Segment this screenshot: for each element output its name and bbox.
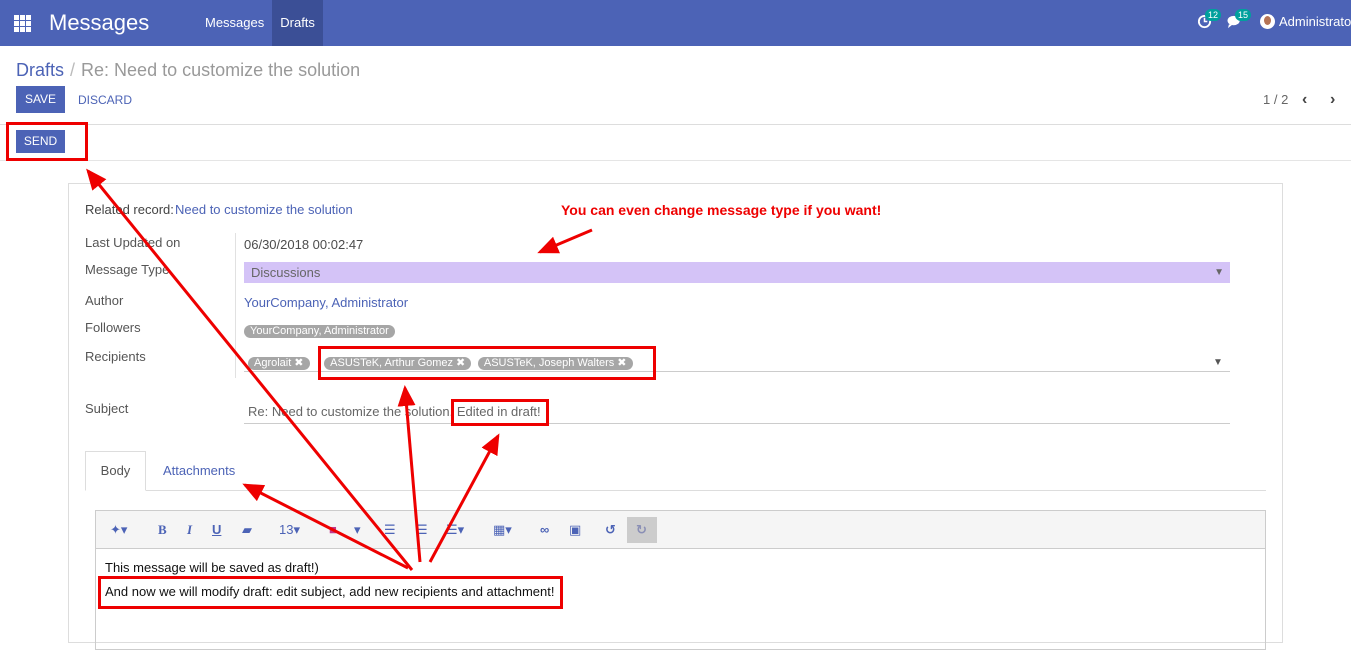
follower-tag: YourCompany, Administrator [244,325,395,338]
eraser-icon[interactable]: ▰ [242,522,252,538]
last-updated-value: 06/30/2018 00:02:47 [244,237,364,252]
menu-item-messages[interactable]: Messages [197,0,272,46]
activity-button[interactable]: 12 [1197,9,1222,32]
pager-previous-icon[interactable]: ‹ [1302,91,1307,109]
subject-highlight-box [451,399,549,426]
author-label: Author [85,293,124,308]
breadcrumb-separator: / [70,60,76,80]
message-type-value: Discussions [251,265,321,280]
recipients-label: Recipients [85,349,146,364]
last-updated-label: Last Updated on [85,235,181,250]
table-icon[interactable]: ▦▾ [493,522,512,538]
editor-toolbar: ✦▾ B I U ▰ 13▾ ■ ▾ ☰ ☰ ☰▾ ▦▾ ∞ ▣ ↺ ↻ [96,511,1265,549]
magic-wand-icon[interactable]: ✦▾ [110,522,127,538]
text-color-icon[interactable]: ■ [329,522,337,537]
followers-label: Followers [85,320,141,335]
editor-text-line[interactable]: This message will be saved as draft!) [105,560,319,575]
breadcrumb-drafts[interactable]: Drafts [16,60,64,80]
subject-label: Subject [85,401,129,416]
ordered-list-icon[interactable]: ☰ [416,522,428,538]
remove-tag-icon[interactable]: ✖ [294,357,303,369]
activity-count-badge: 12 [1205,9,1222,21]
tabs-divider [85,490,1266,491]
breadcrumb-current: Re: Need to customize the solution [81,60,361,80]
bold-icon[interactable]: B [158,522,167,538]
related-record-label: Related record: [85,202,174,217]
followers-field: YourCompany, Administrator [244,322,398,338]
caret-down-icon[interactable]: ▼ [1213,357,1223,368]
link-icon[interactable]: ∞ [540,522,549,537]
apps-menu-icon[interactable] [14,15,31,32]
pager-next-icon[interactable]: › [1330,91,1335,109]
app-title: Messages [49,10,150,35]
italic-icon[interactable]: I [187,522,192,538]
user-menu[interactable]: Administrator [1260,14,1351,29]
recipient-tag-label: Agrolait [254,357,292,369]
redo-button[interactable]: ↻ [627,517,657,543]
message-type-label: Message Type [85,262,170,277]
chat-count-badge: 15 [1235,9,1252,21]
related-record-link[interactable]: Need to customize the solution [175,202,353,217]
underline-icon[interactable]: U [212,522,221,537]
menu-item-drafts[interactable]: Drafts [272,0,323,46]
author-link[interactable]: YourCompany, Administrator [244,295,408,310]
undo-icon[interactable]: ↺ [605,522,616,538]
label-separator [235,233,236,378]
tab-body[interactable]: Body [85,451,146,491]
save-button[interactable]: SAVE [16,86,65,113]
recipients-highlight-box [318,346,656,380]
pager-value[interactable]: 1 / 2 [1263,92,1288,107]
paragraph-align-icon[interactable]: ☰▾ [446,522,464,538]
annotation-callout: You can even change message type if you … [561,202,882,218]
caret-down-icon: ▼ [1214,267,1224,278]
font-size-select[interactable]: 13▾ [279,522,300,538]
user-name: Administrator [1279,14,1351,29]
discard-button[interactable]: DISCARD [78,93,132,107]
avatar [1260,14,1275,29]
font-size-value: 13 [279,522,294,537]
editor-highlight-box [98,576,563,609]
unordered-list-icon[interactable]: ☰ [384,522,396,538]
redo-icon: ↻ [636,522,647,537]
tab-attachments[interactable]: Attachments [163,463,235,478]
message-type-select[interactable]: Discussions ▼ [244,262,1230,283]
recipient-tag: Agrolait ✖ [248,357,310,370]
breadcrumb: Drafts / Re: Need to customize the solutio… [16,60,360,81]
image-icon[interactable]: ▣ [569,522,581,538]
divider [0,124,1351,125]
chevron-down-icon[interactable]: ▾ [354,522,361,538]
divider [0,160,1351,161]
send-highlight-box [6,122,88,161]
top-navbar: Messages Messages Drafts 12 15 Administr… [0,0,1351,46]
chat-button[interactable]: 15 [1227,9,1252,32]
subject-input[interactable]: Re: Need to customize the solution. Edit… [244,404,1230,424]
top-menu: Messages Drafts [197,0,323,46]
